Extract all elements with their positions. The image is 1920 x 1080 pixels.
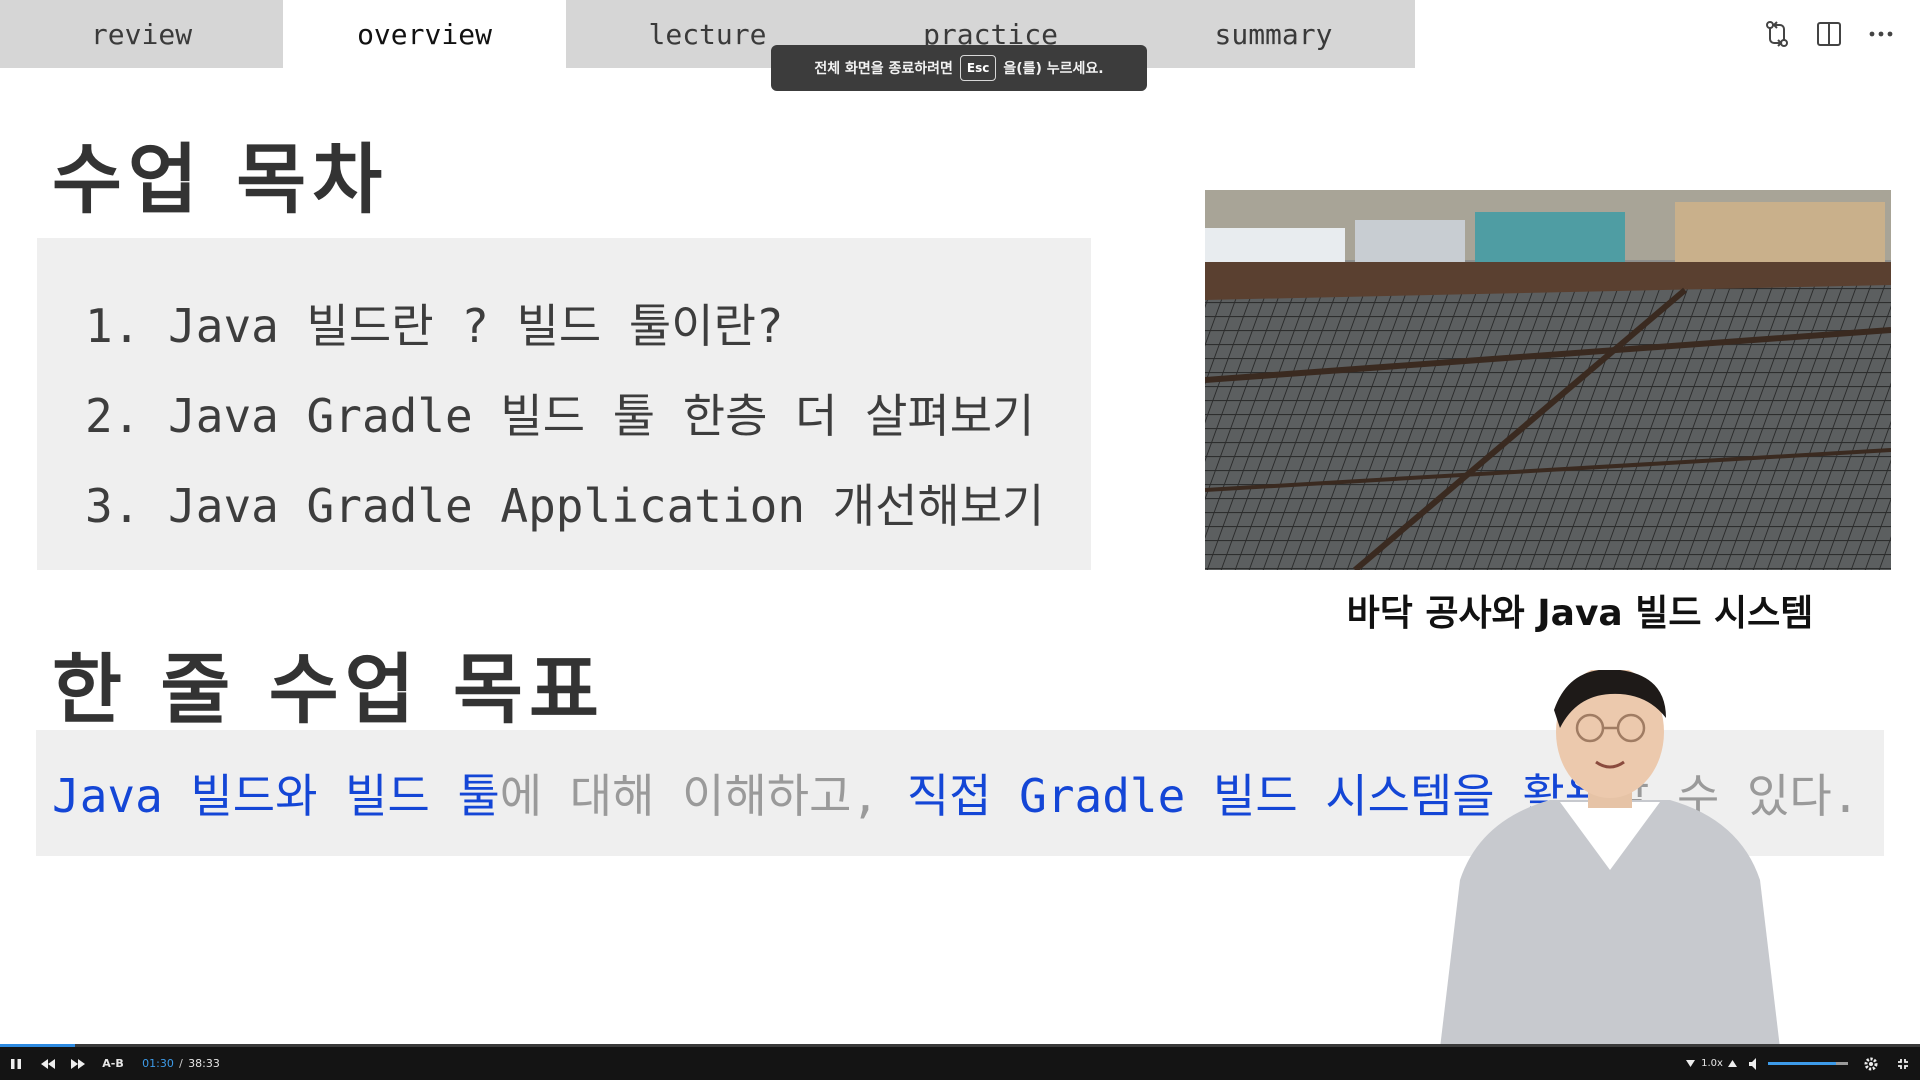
presenter-video — [1420, 666, 1800, 1048]
volume-icon — [1749, 1057, 1756, 1070]
tab-summary[interactable]: summary — [1132, 0, 1415, 68]
volume-slider-fill — [1768, 1062, 1836, 1065]
time-separator: / — [179, 1057, 183, 1070]
compare-changes-icon[interactable] — [1758, 14, 1796, 54]
more-actions-icon[interactable] — [1862, 14, 1900, 54]
goal-highlight: Java 빌드와 빌드 툴 — [52, 769, 500, 823]
playback-speed: 1.0x — [1701, 1058, 1723, 1069]
fullscreen-exit-toast: 전체 화면을 종료하려면 Esc 을(를) 누르세요. — [771, 45, 1147, 91]
tab-list: review overview lecture practice summary — [0, 0, 1415, 68]
editor-actions — [1758, 14, 1900, 54]
gear-icon — [1864, 1057, 1878, 1070]
toc-title: 수업 목차 — [52, 135, 389, 224]
toc-item: 3. Java Gradle Application 개선해보기 — [85, 479, 1045, 533]
tab-overview[interactable]: overview — [283, 0, 566, 68]
tab-review[interactable]: review — [0, 0, 283, 68]
goal-title: 한 줄 수업 목표 — [52, 645, 605, 734]
triangle-up-icon — [1727, 1060, 1737, 1067]
mute-button[interactable] — [1746, 1047, 1764, 1080]
split-editor-icon[interactable] — [1810, 14, 1848, 54]
photo-caption: 바닥 공사와 Java 빌드 시스템 — [1346, 593, 1814, 634]
settings-button[interactable] — [1862, 1047, 1880, 1080]
esc-key-badge: Esc — [959, 55, 997, 81]
construction-site-photo — [1205, 190, 1891, 570]
fast-forward-button[interactable] — [68, 1047, 88, 1080]
toast-text-after: 을(를) 누르세요. — [1003, 61, 1104, 77]
exit-fullscreen-button[interactable] — [1894, 1047, 1912, 1080]
triangle-down-icon — [1685, 1060, 1695, 1067]
fast-forward-icon — [71, 1058, 85, 1069]
rewind-icon — [41, 1058, 55, 1069]
volume-slider[interactable] — [1768, 1062, 1848, 1065]
current-time: 01:30 — [142, 1057, 174, 1070]
player-controls: A-B 01:30 / 38:33 1.0x — [0, 1047, 1920, 1080]
pause-icon — [11, 1058, 21, 1069]
toast-text-before: 전체 화면을 종료하려면 — [814, 61, 953, 77]
rewind-button[interactable] — [38, 1047, 58, 1080]
toc-box: 1. Java 빌드란 ? 빌드 툴이란? 2. Java Gradle 빌드 … — [37, 238, 1091, 570]
total-time: 38:33 — [188, 1057, 220, 1070]
speed-up-button[interactable] — [1724, 1047, 1740, 1080]
toc-item: 1. Java 빌드란 ? 빌드 툴이란? — [85, 299, 784, 353]
speed-down-button[interactable] — [1682, 1047, 1698, 1080]
toc-item: 2. Java Gradle 빌드 툴 한층 더 살펴보기 — [85, 389, 1035, 443]
ab-repeat-button[interactable]: A-B — [100, 1047, 126, 1080]
pause-button[interactable] — [6, 1047, 26, 1080]
exit-fullscreen-icon — [1898, 1058, 1908, 1069]
goal-text-segment: 에 대해 이해하고, — [499, 769, 907, 823]
